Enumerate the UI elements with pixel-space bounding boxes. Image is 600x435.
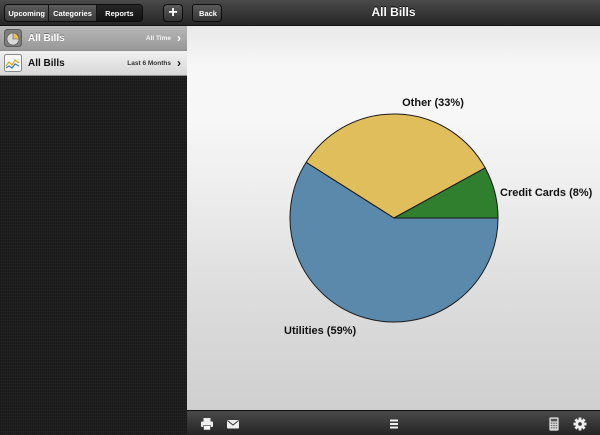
sidebar-toolbar: Upcoming Categories Reports + [0, 0, 187, 26]
list-icon[interactable] [387, 417, 401, 431]
calculator-icon[interactable] [547, 417, 561, 431]
report-range: Last 6 Months [127, 59, 171, 67]
report-range: All Time [145, 34, 171, 42]
pie-chart: Utilities (59%) Other (33%) Credit Cards (… [284, 97, 593, 337]
report-title: All Bills [28, 32, 65, 44]
add-button[interactable]: + [163, 4, 183, 22]
print-icon[interactable] [200, 417, 214, 431]
pie-chart-icon [4, 29, 22, 47]
main-panel: All Bills Back Utilities (59%) Other (33%… [187, 0, 600, 435]
pie-label-credit-cards: Credit Cards (8%) [500, 187, 593, 199]
chevron-right-icon: › [177, 31, 181, 45]
pie-label-utilities: Utilities (59%) [284, 325, 356, 337]
tab-upcoming[interactable]: Upcoming [5, 5, 50, 21]
mail-icon[interactable] [226, 417, 240, 431]
page-title: All Bills [371, 5, 416, 19]
chevron-right-icon: › [177, 56, 181, 70]
back-button[interactable]: Back [192, 4, 222, 22]
gear-icon[interactable] [573, 417, 587, 431]
line-chart-icon [4, 54, 22, 72]
view-segmented-control: Upcoming Categories Reports [4, 4, 143, 22]
report-row-all-time[interactable]: All Bills All Time › [0, 26, 187, 51]
tab-reports[interactable]: Reports [96, 5, 142, 21]
sidebar: Upcoming Categories Reports + All Bills … [0, 0, 187, 435]
report-row-last-6-months[interactable]: All Bills Last 6 Months › [0, 51, 187, 76]
report-title: All Bills [28, 57, 65, 69]
bottom-toolbar [187, 410, 600, 435]
navigation-bar: All Bills Back [187, 0, 600, 26]
tab-categories[interactable]: Categories [49, 5, 97, 21]
pie-label-other: Other (33%) [402, 97, 464, 109]
